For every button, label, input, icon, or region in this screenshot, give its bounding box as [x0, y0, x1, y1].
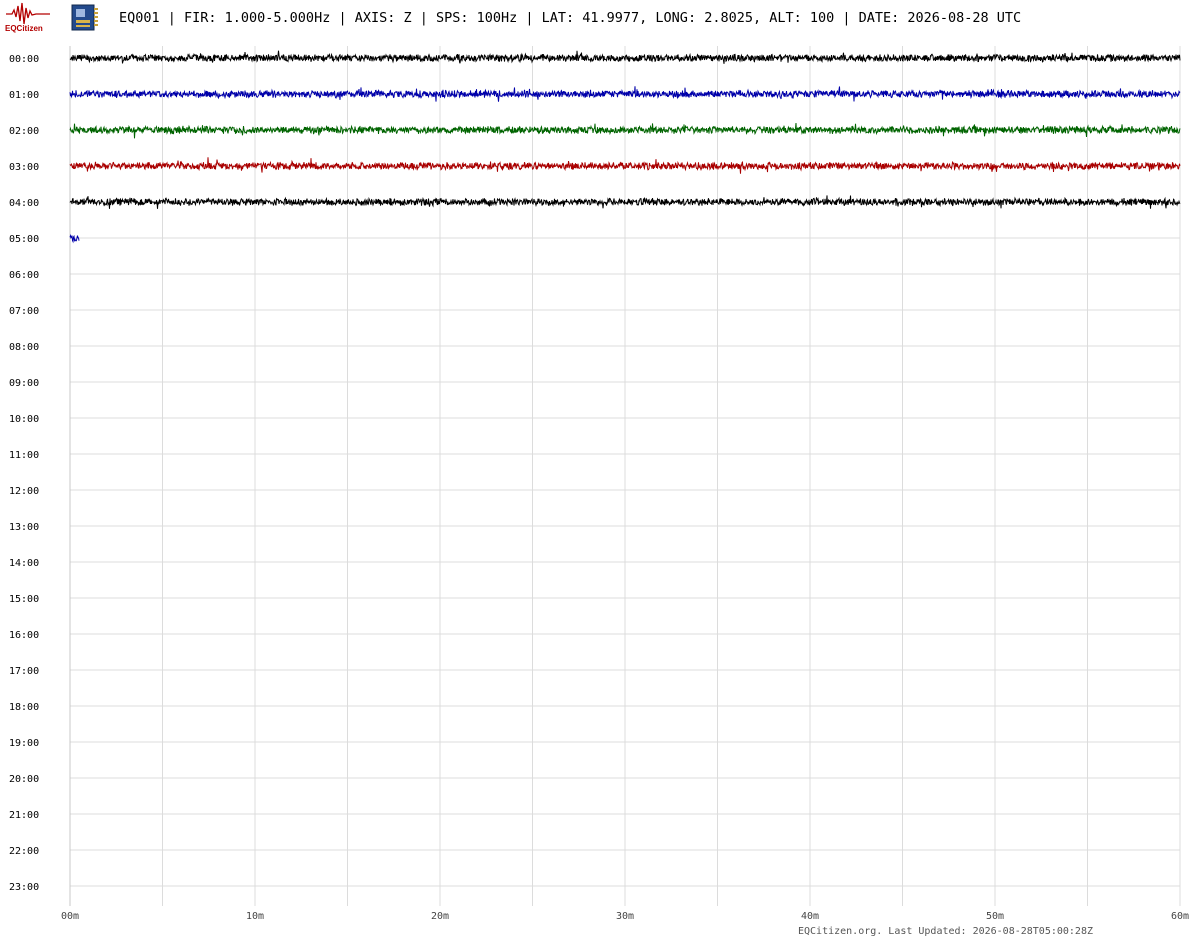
- hour-label: 13:00: [9, 522, 39, 533]
- hour-label: 12:00: [9, 486, 39, 497]
- minute-tick-label: 20m: [431, 911, 449, 922]
- hour-label: 06:00: [9, 270, 39, 281]
- minute-tick-label: 50m: [986, 911, 1004, 922]
- hour-label: 14:00: [9, 558, 39, 569]
- hour-label: 16:00: [9, 630, 39, 641]
- minute-tick-label: 10m: [246, 911, 264, 922]
- minute-tick-label: 40m: [801, 911, 819, 922]
- hour-label: 02:00: [9, 126, 39, 137]
- hour-label: 08:00: [9, 342, 39, 353]
- minute-tick-label: 60m: [1171, 911, 1189, 922]
- hour-label: 15:00: [9, 594, 39, 605]
- hour-label: 01:00: [9, 90, 39, 101]
- hour-labels: 00:00 01:00 02:00 03:00 04:00 05:00 06:00 07:00…: [9, 54, 39, 893]
- hour-label: 07:00: [9, 306, 39, 317]
- hour-label: 22:00: [9, 846, 39, 857]
- hour-label: 21:00: [9, 810, 39, 821]
- hour-label: 04:00: [9, 198, 39, 209]
- trace-0500: [69, 233, 80, 244]
- hour-label: 00:00: [9, 54, 39, 65]
- logo-text: EQCitizen: [5, 24, 43, 33]
- hour-label: 11:00: [9, 450, 39, 461]
- hour-label: 17:00: [9, 666, 39, 677]
- grid: [69, 46, 1181, 906]
- minute-tick-label: 00m: [61, 911, 79, 922]
- hour-label: 19:00: [9, 738, 39, 749]
- hour-label: 03:00: [9, 162, 39, 173]
- hour-label: 05:00: [9, 234, 39, 245]
- minute-tick-label: 30m: [616, 911, 634, 922]
- circuit-board-icon: [71, 4, 98, 31]
- hour-label: 23:00: [9, 882, 39, 893]
- helicorder-chart: EQCitizen EQ001 | FIR: 1.000-5.000Hz | A…: [5, 2, 1189, 937]
- seismogram-icon: [6, 2, 50, 25]
- last-updated-text: EQCitizen.org. Last Updated: 2026-08-28T…: [798, 926, 1093, 937]
- hour-label: 20:00: [9, 774, 39, 785]
- hour-label: 09:00: [9, 378, 39, 389]
- chart-title: EQ001 | FIR: 1.000-5.000Hz | AXIS: Z | S…: [119, 10, 1021, 26]
- minute-labels: 00m 10m 20m 30m 40m 50m 60m: [61, 911, 1189, 922]
- hour-label: 18:00: [9, 702, 39, 713]
- eqcitizen-logo[interactable]: EQCitizen: [5, 2, 50, 33]
- hour-label: 10:00: [9, 414, 39, 425]
